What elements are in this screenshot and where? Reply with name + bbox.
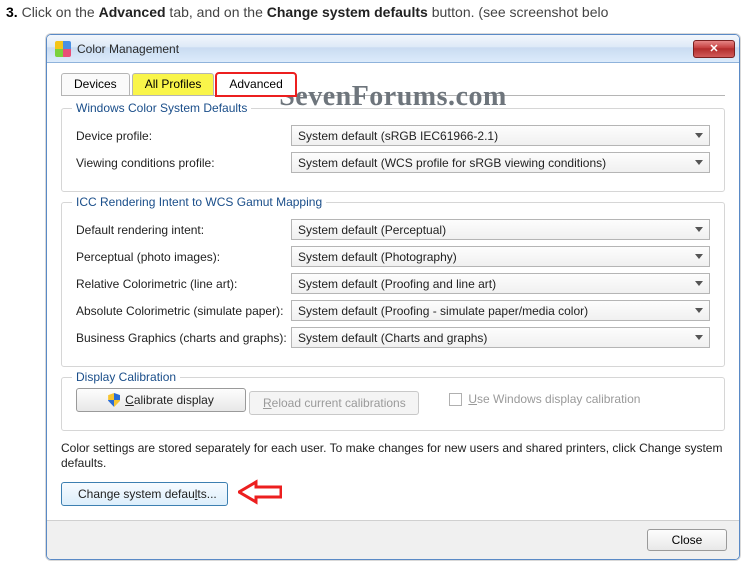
calibrate-display-button[interactable]: Calibrate display	[76, 388, 246, 412]
dropdown-value: System default (sRGB IEC61966-2.1)	[298, 129, 498, 143]
tab-advanced[interactable]: Advanced	[216, 73, 295, 96]
tab-all-profiles[interactable]: All Profiles	[132, 73, 215, 95]
window-title: Color Management	[77, 42, 693, 56]
dropdown-viewing-conditions[interactable]: System default (WCS profile for sRGB vie…	[291, 152, 710, 173]
dropdown-perceptual[interactable]: System default (Photography)	[291, 246, 710, 267]
use-windows-calibration-checkbox[interactable]: Use Windows display calibration	[449, 392, 640, 406]
group-title: Windows Color System Defaults	[72, 101, 251, 115]
group-title: Display Calibration	[72, 370, 180, 384]
button-label: Change system defaults...	[78, 487, 217, 501]
group-icc-mapping: ICC Rendering Intent to WCS Gamut Mappin…	[61, 202, 725, 367]
group-wcs-defaults: Windows Color System Defaults Device pro…	[61, 108, 725, 192]
change-system-defaults-button[interactable]: Change system defaults...	[61, 482, 228, 506]
titlebar: Color Management ✕	[47, 35, 739, 63]
tab-strip: Devices All Profiles Advanced	[61, 73, 725, 96]
label-viewing-conditions: Viewing conditions profile:	[76, 156, 291, 170]
button-label: Calibrate display	[125, 393, 214, 407]
label-device-profile: Device profile:	[76, 129, 291, 143]
reload-calibrations-button[interactable]: Reload current calibrations	[249, 391, 419, 415]
app-icon	[55, 41, 71, 57]
checkbox-label: Use Windows display calibration	[468, 392, 640, 406]
dropdown-value: System default (WCS profile for sRGB vie…	[298, 156, 606, 170]
dialog-footer: Close	[47, 520, 739, 559]
tab-devices[interactable]: Devices	[61, 73, 130, 95]
shield-icon	[108, 393, 120, 407]
label-default-intent: Default rendering intent:	[76, 223, 291, 237]
chevron-down-icon	[695, 308, 703, 313]
group-title: ICC Rendering Intent to WCS Gamut Mappin…	[72, 195, 326, 209]
dropdown-value: System default (Perceptual)	[298, 223, 446, 237]
chevron-down-icon	[695, 133, 703, 138]
label-perceptual: Perceptual (photo images):	[76, 250, 291, 264]
chevron-down-icon	[695, 227, 703, 232]
dropdown-relative-colorimetric[interactable]: System default (Proofing and line art)	[291, 273, 710, 294]
dropdown-absolute-colorimetric[interactable]: System default (Proofing - simulate pape…	[291, 300, 710, 321]
color-management-dialog: Color Management ✕ SevenForums.com Devic…	[46, 34, 740, 560]
label-business-graphics: Business Graphics (charts and graphs):	[76, 331, 291, 345]
group-display-calibration: Display Calibration Calibrate display Re…	[61, 377, 725, 431]
chevron-down-icon	[695, 254, 703, 259]
dropdown-value: System default (Photography)	[298, 250, 457, 264]
chevron-down-icon	[695, 160, 703, 165]
dropdown-value: System default (Charts and graphs)	[298, 331, 487, 345]
label-absolute-colorimetric: Absolute Colorimetric (simulate paper):	[76, 304, 291, 318]
close-icon[interactable]: ✕	[693, 40, 735, 58]
dropdown-business-graphics[interactable]: System default (Charts and graphs)	[291, 327, 710, 348]
dropdown-value: System default (Proofing and line art)	[298, 277, 496, 291]
dropdown-value: System default (Proofing - simulate pape…	[298, 304, 588, 318]
checkbox-icon	[449, 393, 462, 406]
dropdown-device-profile[interactable]: System default (sRGB IEC61966-2.1)	[291, 125, 710, 146]
dropdown-default-intent[interactable]: System default (Perceptual)	[291, 219, 710, 240]
button-label: Reload current calibrations	[263, 396, 406, 410]
label-relative-colorimetric: Relative Colorimetric (line art):	[76, 277, 291, 291]
arrow-pointer-icon	[238, 479, 282, 508]
settings-note: Color settings are stored separately for…	[61, 441, 725, 471]
chevron-down-icon	[695, 281, 703, 286]
instruction-text: 3. Click on the Advanced tab, and on the…	[6, 4, 744, 20]
chevron-down-icon	[695, 335, 703, 340]
close-button[interactable]: Close	[647, 529, 727, 551]
